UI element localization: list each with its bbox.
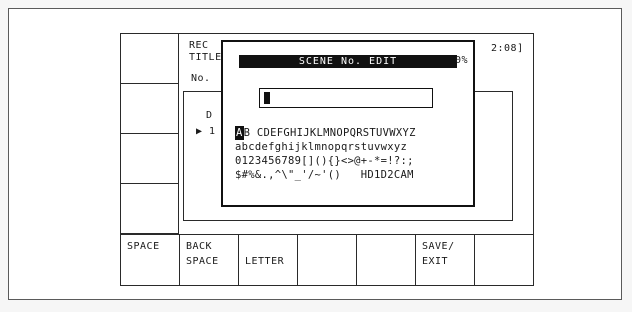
text-caret	[264, 92, 270, 104]
dialog-title: SCENE No. EDIT	[239, 55, 457, 68]
side-button-2[interactable]	[121, 84, 179, 134]
side-button-1[interactable]	[121, 34, 179, 84]
percent-indicator: 0%	[455, 55, 469, 66]
list-column-d: D	[206, 110, 213, 121]
charset-row-digits-symbols[interactable]: 0123456789[](){}<>@+-*=!?:;	[235, 155, 414, 167]
charset-row-symbols-presets[interactable]: $#%&.,^\"_'/~'() HD1D2CAM	[235, 169, 414, 181]
scene-edit-dialog: SCENE No. EDIT 0% AB CDEFGHIJKLMNOPQRSTU…	[221, 40, 475, 207]
side-button-4[interactable]	[121, 184, 179, 234]
charset-row-uppercase[interactable]: B CDEFGHIJKLMNOPQRSTUVWXYZ	[244, 127, 416, 139]
empty-button-3[interactable]	[475, 235, 534, 286]
space-button[interactable]: SPACE	[121, 235, 180, 286]
selected-character[interactable]: A	[235, 126, 244, 140]
function-button-bar: SPACE BACK SPACE LETTER SAVE/ EXIT	[121, 234, 533, 286]
save-exit-button[interactable]: SAVE/ EXIT	[416, 235, 475, 286]
letter-button[interactable]: LETTER	[239, 235, 298, 286]
device-screen: REC TITLE No. 2:08] D ▶ 1 SCENE No. EDIT…	[120, 33, 534, 286]
empty-button-2[interactable]	[357, 235, 416, 286]
empty-button-1[interactable]	[298, 235, 357, 286]
character-grid[interactable]: AB CDEFGHIJKLMNOPQRSTUVWXYZ abcdefghijkl…	[235, 126, 416, 182]
no-label: No.	[191, 73, 211, 84]
back-space-button[interactable]: BACK SPACE	[180, 235, 239, 286]
row-marker: ▶ 1	[196, 126, 216, 137]
charset-row-lowercase[interactable]: abcdefghijklmnopqrstuvwxyz	[235, 141, 407, 153]
side-button-3[interactable]	[121, 134, 179, 184]
title-label: TITLE	[189, 52, 222, 63]
time-display: 2:08]	[491, 43, 524, 54]
rec-label: REC	[189, 40, 209, 51]
scene-name-field[interactable]	[259, 88, 433, 108]
